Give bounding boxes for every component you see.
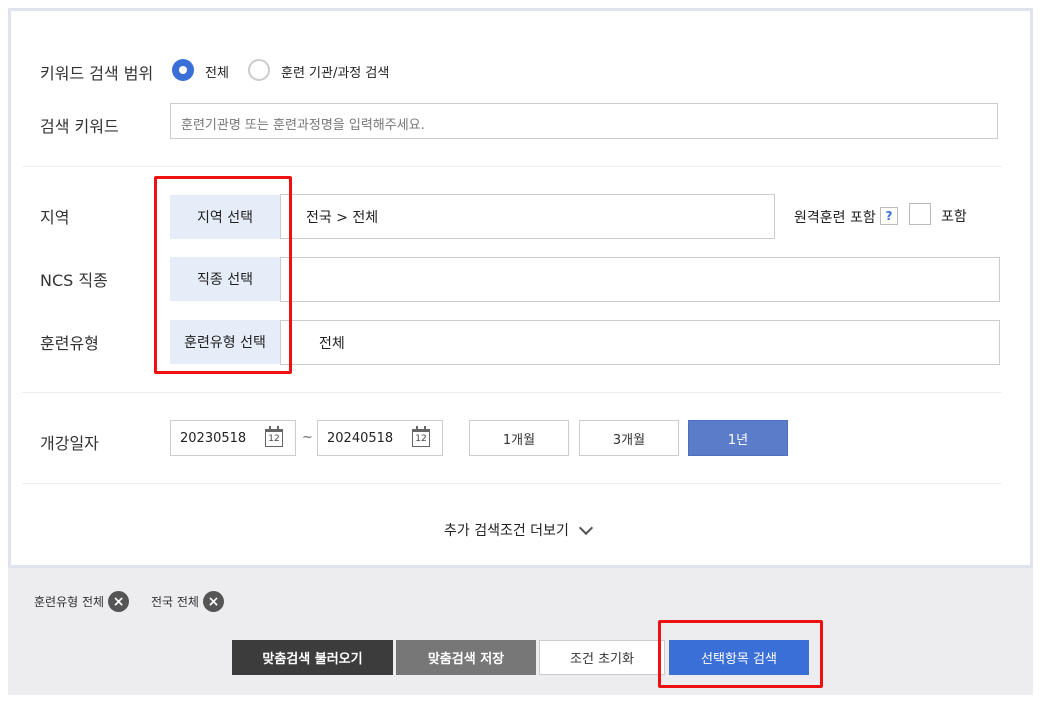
- period-1-year-button[interactable]: 1년: [688, 420, 788, 456]
- training-type-value-field: 전체: [280, 320, 1000, 365]
- end-date-value: 20240518: [327, 430, 394, 446]
- keyword-input[interactable]: 훈련기관명 또는 훈련과정명을 입력해주세요.: [170, 103, 998, 139]
- region-value-field: 전국 > 전체: [280, 194, 775, 239]
- help-icon[interactable]: ?: [880, 207, 898, 225]
- period-3-months-button[interactable]: 3개월: [579, 420, 679, 456]
- divider: [22, 392, 1002, 393]
- load-custom-search-button[interactable]: 맞춤검색 불러오기: [232, 640, 393, 675]
- start-date-input[interactable]: 20230518 12: [170, 420, 296, 456]
- radio-institution[interactable]: [248, 59, 270, 81]
- start-date-value: 20230518: [180, 430, 247, 446]
- radio-all-label[interactable]: 전체: [205, 62, 229, 81]
- filter-chip: 전국 전체 ×: [151, 591, 224, 612]
- open-date-label: 개강일자: [40, 434, 99, 453]
- chevron-down-icon: [578, 520, 593, 535]
- filter-chip: 훈련유형 전체 ×: [34, 591, 130, 612]
- more-conditions-toggle[interactable]: 추가 검색조건 더보기: [444, 520, 593, 540]
- bottom-bar: [8, 568, 1033, 695]
- end-date-input[interactable]: 20240518 12: [317, 420, 443, 456]
- region-label: 지역: [40, 208, 70, 227]
- training-type-label: 훈련유형: [40, 334, 99, 353]
- divider: [22, 166, 1002, 167]
- training-type-value: 전체: [319, 335, 345, 352]
- close-icon[interactable]: ×: [108, 591, 130, 612]
- save-custom-search-button[interactable]: 맞춤검색 저장: [396, 640, 536, 675]
- chip-label: 훈련유형 전체: [34, 595, 105, 609]
- remote-training-label: 원격훈련 포함: [794, 210, 876, 226]
- remote-include-checkbox[interactable]: [909, 203, 931, 225]
- chip-label: 전국 전체: [151, 595, 199, 609]
- radio-institution-label[interactable]: 훈련 기관/과정 검색: [281, 62, 389, 81]
- highlight-search-button: [658, 620, 823, 688]
- divider: [22, 483, 1002, 484]
- period-1-month-button[interactable]: 1개월: [469, 420, 569, 456]
- keyword-placeholder: 훈련기관명 또는 훈련과정명을 입력해주세요.: [181, 118, 425, 133]
- keyword-label: 검색 키워드: [40, 117, 119, 136]
- date-separator: ~: [302, 430, 313, 445]
- ncs-value-field: [280, 257, 1000, 302]
- highlight-select-buttons: [154, 176, 292, 374]
- more-conditions-label: 추가 검색조건 더보기: [444, 523, 569, 539]
- keyword-scope-label: 키워드 검색 범위: [40, 64, 154, 83]
- calendar-icon[interactable]: 12: [412, 426, 430, 447]
- calendar-icon[interactable]: 12: [265, 426, 283, 447]
- region-value: 전국 > 전체: [306, 209, 379, 226]
- reset-conditions-button[interactable]: 조건 초기화: [539, 640, 665, 675]
- radio-all[interactable]: [172, 59, 194, 81]
- close-icon[interactable]: ×: [202, 591, 224, 612]
- ncs-label: NCS 직종: [40, 271, 108, 290]
- remote-include-label[interactable]: 포함: [941, 206, 967, 226]
